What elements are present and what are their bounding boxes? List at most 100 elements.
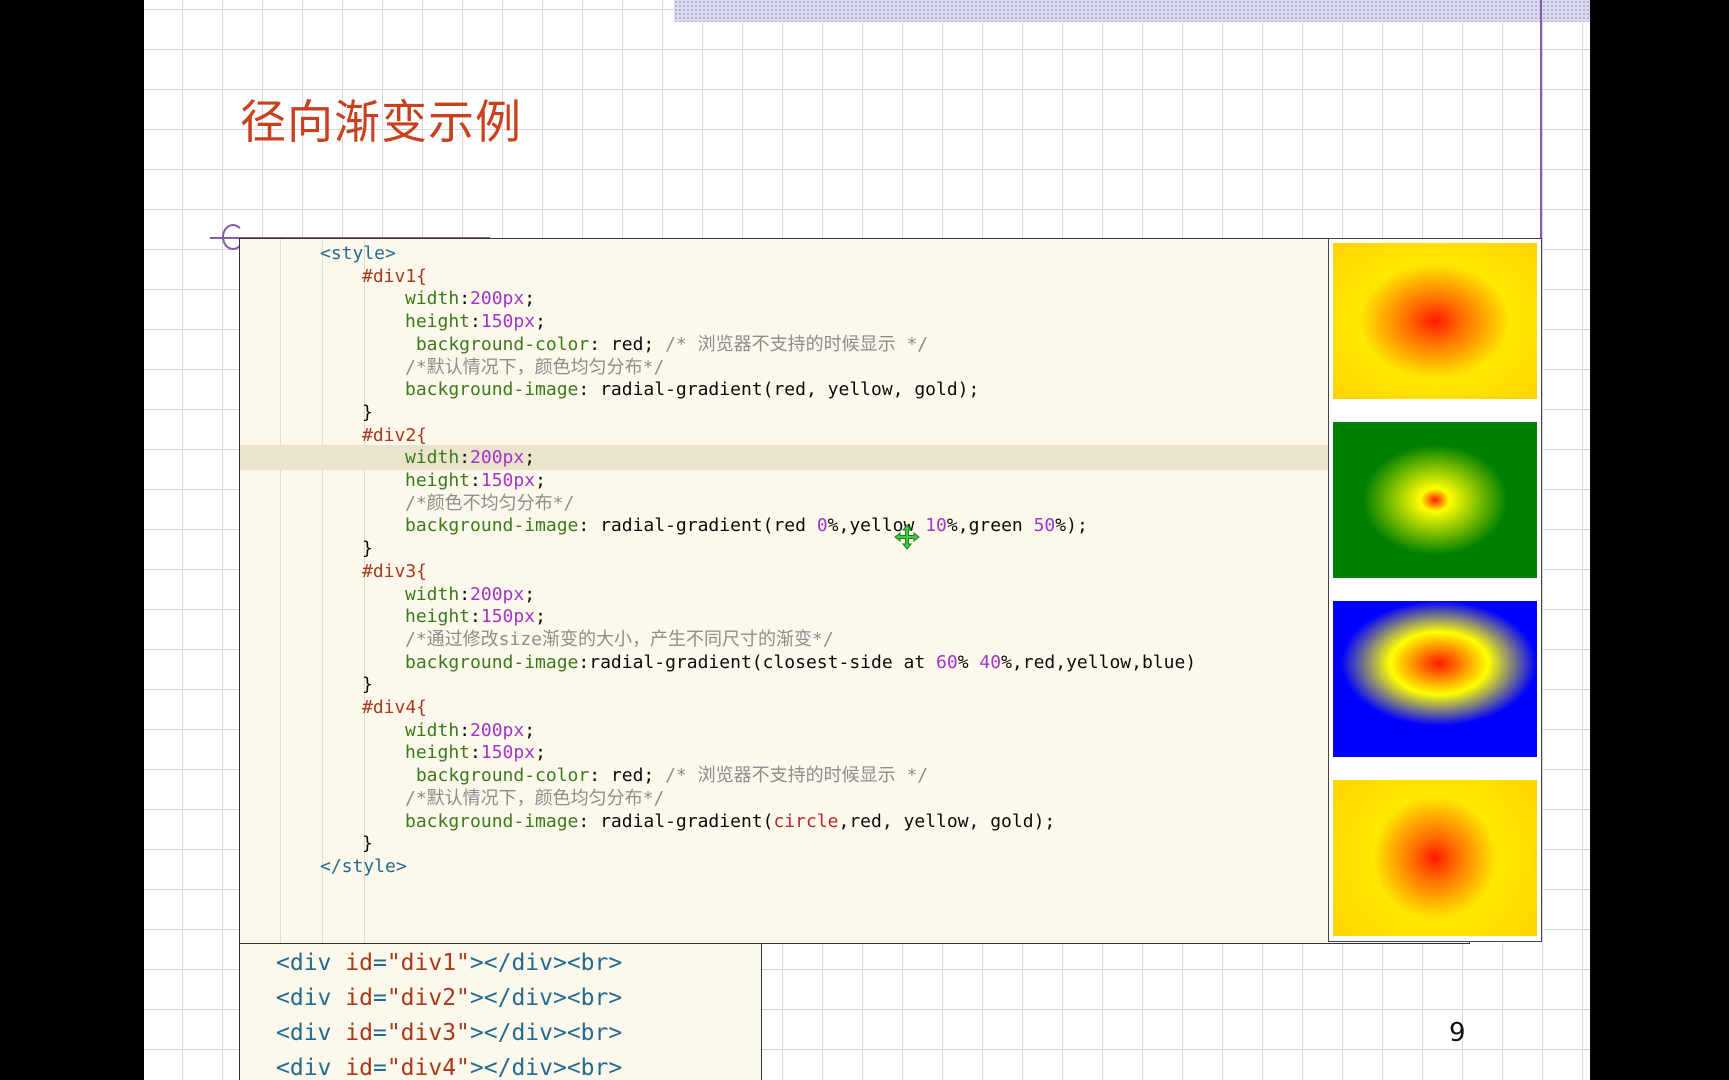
code-token: : [459, 719, 471, 741]
code-token: 50 [1033, 515, 1056, 537]
code-token: : radial-gradient( [578, 810, 774, 832]
code-line: width:200px; [240, 286, 1469, 311]
code-token: height [405, 470, 471, 491]
code-token: /*默认情况下，颜色均匀分布*/ [405, 356, 665, 378]
slide: 径向渐变示例 <style> #div1{width:200px; height:1… [144, 0, 1590, 1080]
code-token: "div1" [386, 950, 470, 976]
code-token: width [405, 447, 460, 469]
code-token: ></div><br> [469, 1020, 623, 1046]
code-token: id [345, 950, 373, 976]
code-token: ,red, yellow, gold); [838, 810, 1056, 832]
page-number: 9 [1449, 1018, 1466, 1048]
code-token: /*默认情况下，颜色均匀分布*/ [405, 787, 665, 809]
code-line: background-image:radial-gradient(closest… [240, 650, 1469, 675]
code-token: } [362, 538, 373, 560]
code-token: <div [276, 1055, 346, 1080]
code-token: 60 [936, 651, 958, 673]
html-code-line: <div id="div4"></div><br> [276, 1051, 622, 1080]
code-token: ; [535, 311, 546, 333]
code-token: 200px [470, 447, 525, 469]
slide-title: 径向渐变示例 [240, 95, 522, 149]
code-token: : radial-gradient(red [578, 515, 817, 537]
code-token: background-image [405, 379, 579, 401]
code-token: <div [276, 985, 346, 1011]
code-line: background-image: radial-gradient(red, y… [240, 377, 1469, 402]
code-token: width [405, 719, 460, 741]
code-line: /*颜色不均匀分布*/ [240, 491, 1469, 516]
code-line: /*默认情况下，颜色均匀分布*/ [240, 355, 1469, 380]
code-token: "div2" [386, 985, 470, 1011]
css-code-screenshot: <style> #div1{width:200px; height:150px; b… [239, 238, 1470, 944]
code-line: <style> [240, 241, 1469, 266]
code-token: background-color [405, 333, 590, 355]
html-code-line: <div id="div3"></div><br> [276, 1016, 622, 1051]
code-token: /*通过修改size渐变的大小，产生不同尺寸的渐变*/ [405, 628, 834, 650]
code-line: background-color: red; /* 浏览器不支持的时候显示 */ [240, 332, 1469, 357]
code-token: : red; [589, 333, 666, 355]
code-token: : [470, 311, 481, 333]
code-token: : [459, 583, 471, 605]
code-token: background-image [405, 515, 579, 537]
code-token: = [372, 1055, 387, 1080]
code-token: } [362, 401, 373, 423]
code-token: #div1{ [362, 265, 428, 287]
code-line: #div3{ [240, 559, 1469, 584]
code-line: height:150px; [240, 604, 1469, 629]
code-token: #div3{ [362, 560, 428, 582]
code-token: id [345, 1020, 373, 1046]
code-token: <div [276, 1020, 346, 1046]
preview-div3 [1333, 601, 1537, 757]
code-token: </style> [320, 855, 407, 877]
code-token: <div [276, 950, 346, 976]
code-line: #div2{ [240, 423, 1469, 448]
code-line: } [240, 672, 1469, 697]
html-code-line: <div id="div1"></div><br> [276, 946, 622, 981]
code-token: background-image [405, 810, 579, 832]
code-line: background-image: radial-gradient(circle… [240, 809, 1469, 834]
move-cursor-icon [894, 524, 920, 550]
code-token: 150px [480, 470, 536, 491]
code-line: /*默认情况下，颜色均匀分布*/ [240, 786, 1469, 811]
code-line: width:200px; [240, 445, 1469, 471]
code-token: "div4" [386, 1055, 470, 1080]
code-token: %,green [946, 515, 1034, 537]
code-token: %); [1055, 515, 1088, 537]
code-token: : [459, 447, 471, 469]
code-line: width:200px; [240, 582, 1469, 607]
code-token: id [345, 985, 373, 1011]
code-token: ; [535, 742, 546, 764]
code-token: height [405, 742, 471, 764]
code-token: = [372, 985, 387, 1011]
code-token: 200px [470, 719, 525, 741]
code-token: background-image [405, 651, 579, 673]
code-token: 150px [480, 742, 536, 764]
code-token: 150px [480, 606, 536, 628]
code-token: width [405, 583, 460, 605]
code-token: } [362, 674, 373, 696]
code-line: height:150px; [240, 468, 1469, 493]
code-token: id [345, 1055, 373, 1080]
code-token: : [470, 470, 481, 491]
code-token: circle [773, 810, 839, 832]
code-line: width:200px; [240, 718, 1469, 743]
code-token: "div3" [386, 1020, 470, 1046]
gradient-preview-panel [1328, 238, 1542, 942]
code-line: #div4{ [240, 695, 1469, 720]
code-line: height:150px; [240, 740, 1469, 765]
preview-div2 [1333, 422, 1537, 578]
code-line: background-color: red; /* 浏览器不支持的时候显示 */ [240, 763, 1469, 788]
code-token: :radial-gradient(closest-side at [578, 651, 937, 673]
code-token: #div2{ [362, 424, 428, 446]
code-token: /*颜色不均匀分布*/ [405, 492, 575, 514]
code-token: width [405, 288, 460, 310]
code-token: 200px [470, 583, 525, 605]
code-line: background-image: radial-gradient(red 0%… [240, 513, 1469, 538]
preview-div4 [1333, 780, 1537, 936]
header-decoration-band [674, 0, 1590, 22]
html-code-line: <div id="div2"></div><br> [276, 981, 622, 1016]
code-line: /*通过修改size渐变的大小，产生不同尺寸的渐变*/ [240, 627, 1469, 652]
code-token: : radial-gradient(red, yellow, gold); [578, 379, 980, 401]
code-token: ; [524, 583, 536, 605]
code-token: ></div><br> [469, 985, 623, 1011]
code-token: ; [535, 606, 546, 628]
